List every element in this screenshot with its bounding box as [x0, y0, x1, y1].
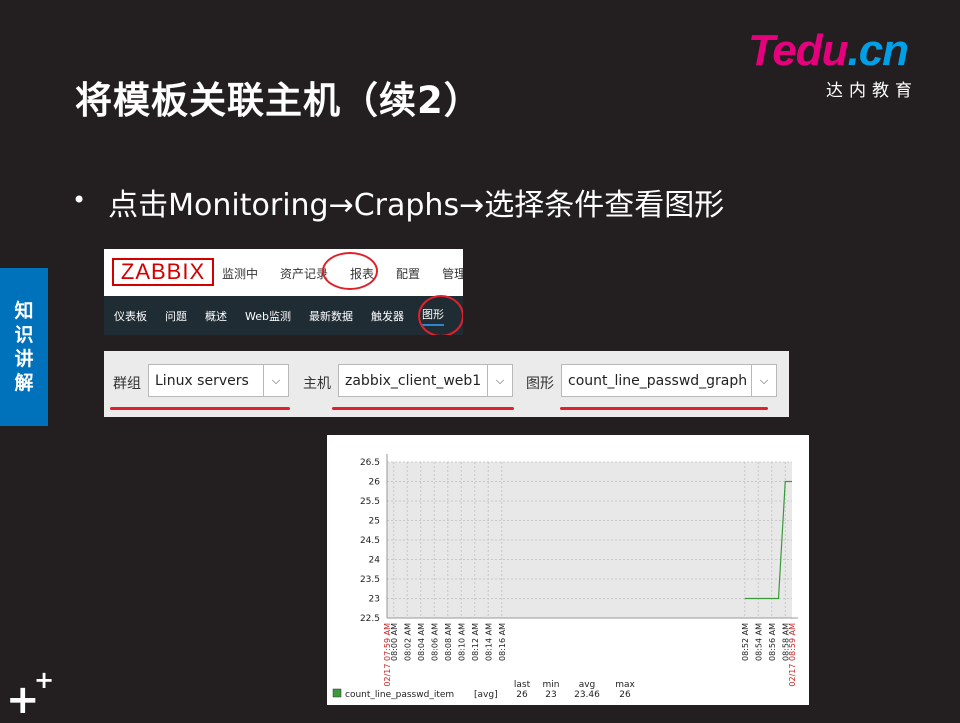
x-tick-label: 08:12 AM: [471, 623, 480, 661]
x-tick-label: 08:08 AM: [444, 623, 453, 661]
side-tag-char: 识: [14, 324, 34, 346]
chevron-down-icon[interactable]: ⌵: [751, 365, 776, 396]
slide-title: 将模板关联主机（续2）: [75, 79, 482, 122]
host-label: 主机: [303, 376, 331, 392]
underline-graph: [560, 407, 768, 410]
highlight-circle-monitoring: [322, 252, 378, 290]
logo-wordmark: Tedu.cn: [748, 26, 909, 75]
legend-value: 23.46: [574, 690, 600, 700]
x-tick-label: 08:56 AM: [768, 623, 777, 661]
menu-item-inventory[interactable]: 资产记录: [280, 265, 328, 282]
logo-brand-b: .cn: [847, 26, 909, 75]
legend-swatch: [332, 688, 342, 698]
y-tick-label: 23.5: [360, 575, 380, 585]
underline-group: [110, 407, 290, 410]
chevron-down-icon[interactable]: ⌵: [487, 365, 512, 396]
zabbix-nav-screenshot: ZABBIX 监测中 资产记录 报表 配置 管理 仪表板 问题 概述 Web监测…: [104, 249, 463, 335]
legend-value: 26: [619, 690, 631, 700]
zabbix-logo: ZABBIX: [112, 258, 214, 286]
submenu-item-dashboard[interactable]: 仪表板: [114, 308, 147, 324]
x-tick-label: 08:54 AM: [754, 623, 763, 661]
bullet-dot: •: [72, 186, 87, 214]
menu-item-configuration[interactable]: 配置: [396, 265, 420, 282]
plus-icon: + +: [6, 666, 56, 720]
legend-value: 23: [545, 690, 556, 700]
menu-item-administration[interactable]: 管理: [442, 265, 463, 282]
legend-header: avg: [579, 680, 596, 690]
tedu-logo: Tedu.cn 达内教育: [748, 26, 928, 102]
graph-filter-screenshot: 群组 Linux servers ⌵ 主机 zabbix_client_web1…: [104, 351, 789, 417]
menu-item-monitoring[interactable]: 监测中: [222, 265, 258, 282]
x-tick-label: 08:14 AM: [484, 623, 493, 661]
submenu-item-problems[interactable]: 问题: [165, 308, 187, 324]
y-tick-label: 26: [369, 478, 381, 488]
plus-small-icon: +: [34, 666, 55, 694]
chevron-down-icon[interactable]: ⌵: [263, 365, 288, 396]
x-tick-label: 08:04 AM: [417, 623, 426, 661]
side-tag-char: 讲: [14, 348, 34, 370]
highlight-circle-graphs: [418, 295, 463, 335]
group-label: 群组: [113, 376, 141, 392]
legend-header: last: [514, 680, 531, 690]
x-range-label: 02/17 08:59 AM: [788, 623, 797, 687]
submenu-item-overview[interactable]: 概述: [205, 308, 227, 324]
x-tick-label: 08:52 AM: [741, 623, 750, 661]
bullet-item: • 点击Monitoring→Craphs→选择条件查看图形: [72, 180, 724, 224]
x-range-label: 02/17 07:59 AM: [383, 623, 392, 687]
legend-header: max: [615, 680, 635, 690]
graph-select-value: count_line_passwd_graph: [568, 372, 748, 389]
x-tick-label: 08:16 AM: [498, 623, 507, 661]
legend-header: min: [543, 680, 560, 690]
side-tag-char: 解: [14, 372, 34, 394]
host-select[interactable]: zabbix_client_web1 ⌵: [338, 364, 513, 397]
logo-brand-a: Tedu: [748, 26, 848, 75]
group-select[interactable]: Linux servers ⌵: [148, 364, 289, 397]
side-tag-char: 知: [14, 300, 34, 322]
submenu-item-web[interactable]: Web监测: [245, 308, 291, 324]
legend-item-label: count_line_passwd_item: [345, 690, 454, 700]
legend-func: [avg]: [474, 690, 498, 700]
y-tick-label: 24.5: [360, 536, 380, 546]
logo-subtitle: 达内教育: [826, 81, 918, 101]
y-tick-label: 26.5: [360, 458, 380, 468]
submenu-item-latest-data[interactable]: 最新数据: [309, 308, 353, 324]
zabbix-graph-screenshot: 26.5 26 25.5 25 24.5 24 23.5 23 22.5 08:00 AM 08:0…: [327, 435, 809, 705]
y-tick-label: 24: [369, 556, 381, 566]
host-select-value: zabbix_client_web1: [345, 372, 482, 389]
graph-select[interactable]: count_line_passwd_graph ⌵: [561, 364, 777, 397]
legend-value: 26: [516, 690, 528, 700]
x-tick-label: 08:02 AM: [403, 623, 412, 661]
side-tag: 知 识 讲 解: [0, 268, 48, 426]
zabbix-sub-menu: 仪表板 问题 概述 Web监测 最新数据 触发器 图形: [104, 296, 463, 335]
group-select-value: Linux servers: [155, 372, 249, 389]
y-tick-label: 22.5: [360, 614, 380, 624]
y-tick-label: 23: [369, 595, 380, 605]
y-tick-label: 25.5: [360, 497, 380, 507]
x-tick-label: 08:10 AM: [457, 623, 466, 661]
line-chart: 26.52625.52524.52423.52322.508:00 AM 08:0…: [332, 454, 798, 700]
submenu-item-triggers[interactable]: 触发器: [371, 308, 404, 324]
bullet-text: 点击Monitoring→Craphs→选择条件查看图形: [108, 188, 725, 223]
y-tick-label: 25: [369, 517, 380, 527]
underline-host: [332, 407, 514, 410]
graph-label: 图形: [526, 376, 554, 392]
x-tick-label: 08:06 AM: [430, 623, 439, 661]
